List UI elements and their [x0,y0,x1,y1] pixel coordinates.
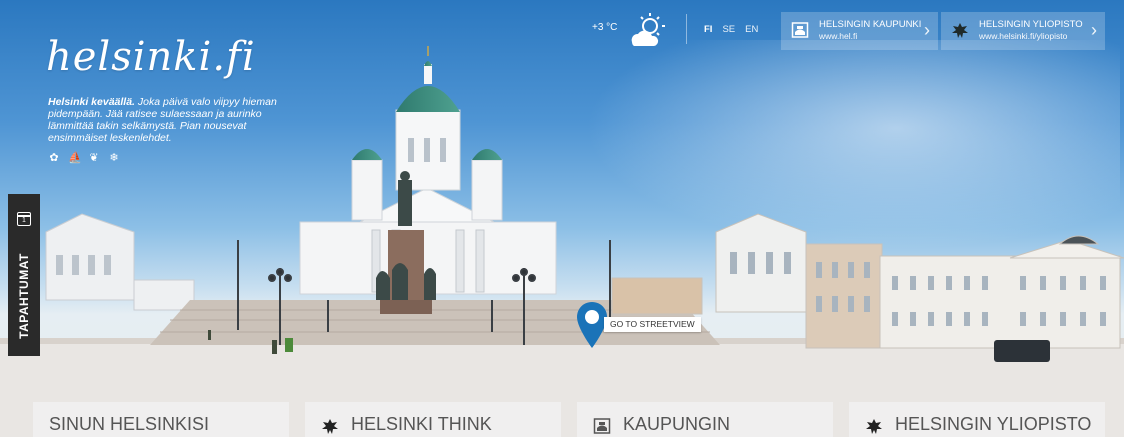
partner-link-helsingin-kaupunki[interactable]: HELSINGIN KAUPUNKI www.hel.fi › [781,12,938,50]
card-sinun-helsinkisi[interactable]: SINUN HELSINKISI [33,402,289,437]
snowflake-icon[interactable]: ❄ [108,152,120,164]
card-label: KAUPUNGIN [623,414,731,434]
partner-url: www.hel.fi [819,31,858,41]
streetview-button[interactable]: GO TO STREETVIEW [604,317,701,332]
calendar-icon: 1 [17,212,31,226]
chevron-right-icon: › [1091,20,1097,40]
events-tab[interactable]: 1 TAPAHTUMAT [8,194,40,356]
partner-url: www.helsinki.fi/yliopisto [979,31,1068,41]
lang-se[interactable]: SE [722,24,735,35]
helsinki-cathedral [299,46,557,295]
chevron-right-icon: › [924,20,930,40]
calendar-day: 1 [22,217,26,224]
boat-icon[interactable]: ⛵ [68,152,82,164]
lang-en[interactable]: EN [745,24,758,35]
card-label: HELSINGIN YLIOPISTO [895,414,1092,434]
topbar-divider [686,14,687,44]
card-label: HELSINKI THINK [351,414,492,434]
season-intro: Helsinki keväällä. Joka päivä valo viipy… [48,96,288,144]
partner-name: HELSINGIN KAUPUNKI [819,19,922,30]
weather-temperature: +3 °C [592,22,618,33]
card-helsinki-think[interactable]: HELSINKI THINK [305,402,561,437]
partner-link-helsingin-yliopisto[interactable]: HELSINGIN YLIOPISTO www.helsinki.fi/ylio… [941,12,1105,50]
hero-banner: helsinki.fi Helsinki keväällä. Joka päiv… [0,0,1124,437]
university-bird-icon [322,419,338,434]
card-kaupungin[interactable]: KAUPUNGIN [577,402,833,437]
lang-fi[interactable]: FI [704,24,712,35]
city-crest-icon [791,22,809,38]
site-logo[interactable]: helsinki.fi [46,34,256,80]
card-helsingin-yliopisto[interactable]: HELSINGIN YLIOPISTO [849,402,1105,437]
leaf-icon[interactable]: ❦ [88,152,100,164]
partner-name: HELSINGIN YLIOPISTO [979,19,1083,30]
season-selector: ✿ ⛵ ❦ ❄ [48,152,120,164]
left-building [45,213,195,311]
card-label: SINUN HELSINKISI [49,414,210,434]
intro-heading: Helsinki keväällä. [48,96,135,108]
city-crest-icon [593,418,611,434]
flower-icon[interactable]: ✿ [48,152,60,164]
language-switcher: FI SE EN [704,24,758,35]
events-tab-label: TAPAHTUMAT [17,253,31,339]
university-bird-icon [952,23,968,38]
university-bird-icon [866,419,882,434]
sun-cloud-icon [631,13,665,46]
